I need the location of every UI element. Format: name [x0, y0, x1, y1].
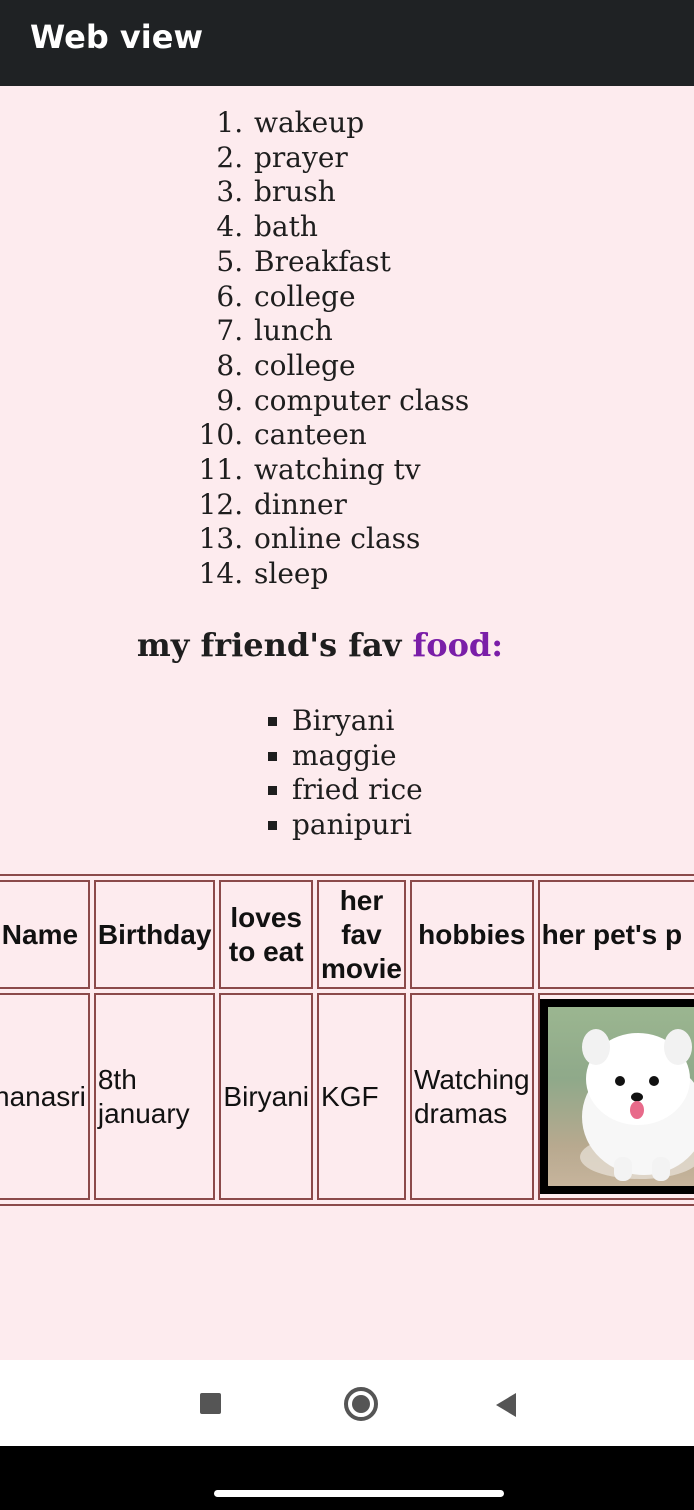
list-item: college: [252, 349, 469, 384]
recents-square-icon[interactable]: [200, 1393, 221, 1414]
list-item: dinner: [252, 488, 469, 523]
cell-name: hanasri: [0, 993, 90, 1200]
cell-loves-to-eat: Biryani: [219, 993, 314, 1200]
daily-routine-list: wakeup prayer brush bath Breakfast colle…: [194, 106, 469, 592]
cell-pet-photo: [537, 993, 694, 1200]
header-pet: her pet's p: [537, 880, 694, 989]
fav-heading-highlight: food:: [412, 626, 504, 664]
list-item: prayer: [252, 141, 469, 176]
header-loves-to-eat: loves to eat: [219, 880, 314, 989]
list-item: computer class: [252, 384, 469, 419]
header-fav-movie: her fav movie: [317, 880, 406, 989]
gesture-bar: [0, 1446, 694, 1510]
fav-food-heading: my friend's fav food:: [0, 626, 640, 664]
friend-info-table: Name Birthday loves to eat her fav movie…: [0, 874, 694, 1206]
pet-photo-frame: [539, 999, 694, 1194]
list-item: college: [252, 280, 469, 315]
header-name: Name: [0, 880, 90, 989]
cell-birthday: 8th january: [93, 993, 216, 1200]
list-item: maggie: [292, 739, 423, 774]
list-item: Breakfast: [252, 245, 469, 280]
table-header-row: Name Birthday loves to eat her fav movie…: [0, 880, 694, 989]
gesture-handle[interactable]: [214, 1490, 504, 1497]
dog-icon: [579, 1029, 694, 1181]
cell-hobbies: Watching dramas: [409, 993, 534, 1200]
list-item: canteen: [252, 418, 469, 453]
pet-photo: [547, 1007, 694, 1186]
table-row: hanasri 8th january Biryani KGF Watching…: [0, 993, 694, 1200]
app-title: Web view: [30, 18, 203, 56]
list-item: fried rice: [292, 773, 423, 808]
webview-content[interactable]: wakeup prayer brush bath Breakfast colle…: [0, 86, 694, 1360]
list-item: wakeup: [252, 106, 469, 141]
fav-food-list: Biryani maggie fried rice panipuri: [262, 704, 423, 842]
system-nav-bar: [0, 1360, 694, 1446]
back-triangle-icon[interactable]: [496, 1393, 516, 1417]
header-hobbies: hobbies: [409, 880, 534, 989]
home-circle-icon[interactable]: [344, 1387, 378, 1421]
app-bar: Web view: [0, 0, 694, 86]
list-item: watching tv: [252, 453, 469, 488]
list-item: brush: [252, 175, 469, 210]
fav-heading-text: my friend's fav: [136, 626, 413, 664]
list-item: lunch: [252, 314, 469, 349]
list-item: sleep: [252, 557, 469, 592]
list-item: panipuri: [292, 808, 423, 843]
header-birthday: Birthday: [93, 880, 216, 989]
list-item: Biryani: [292, 704, 423, 739]
list-item: bath: [252, 210, 469, 245]
cell-fav-movie: KGF: [317, 993, 406, 1200]
list-item: online class: [252, 522, 469, 557]
